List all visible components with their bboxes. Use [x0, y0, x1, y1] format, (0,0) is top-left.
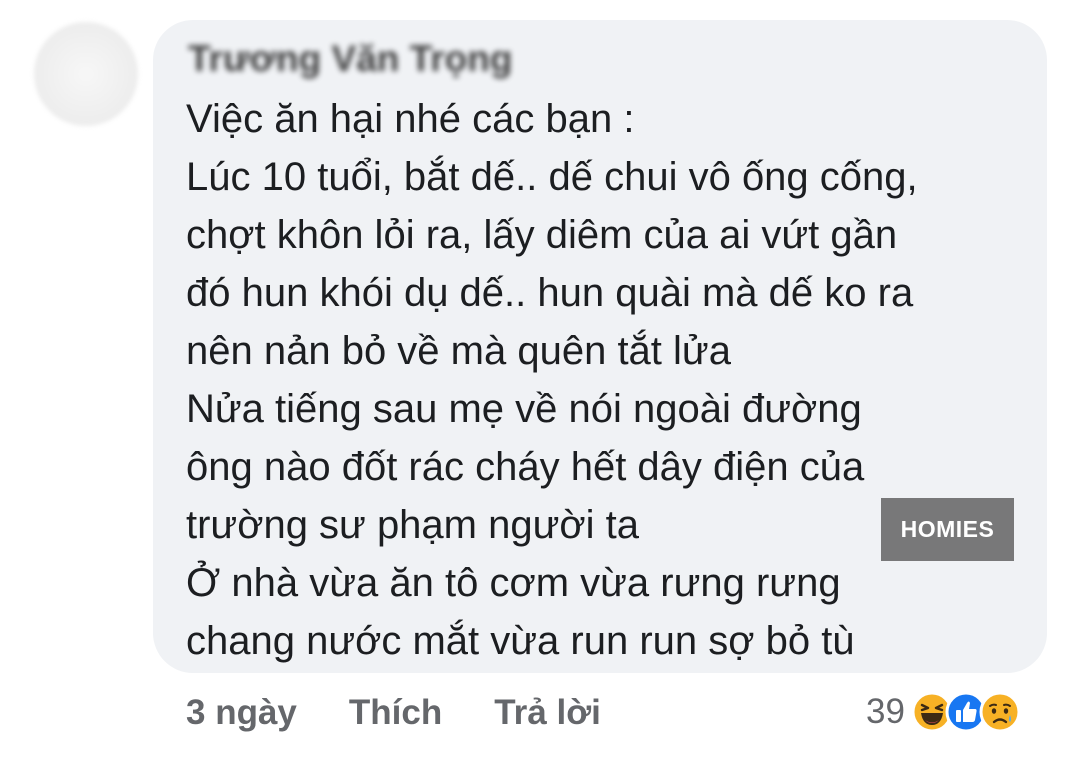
reply-button[interactable]: Trả lời [494, 693, 601, 733]
comment-line: Việc ăn hại nhé các bạn : [186, 97, 635, 141]
like-button[interactable]: Thích [349, 693, 442, 733]
sad-icon [979, 691, 1021, 733]
comment-line: Ở nhà vừa ăn tô cơm vừa rưng rưng [186, 561, 841, 605]
comment-line: nên nản bỏ về mà quên tắt lửa [186, 329, 731, 373]
comment-line: Nửa tiếng sau mẹ về nói ngoài đường [186, 387, 862, 431]
comment-actions: 3 ngày Thích Trả lời [186, 688, 653, 738]
comment-line: ông nào đốt rác cháy hết dây điện của [186, 445, 865, 489]
comment-timestamp[interactable]: 3 ngày [186, 693, 297, 733]
reactions-summary[interactable]: 39 [866, 686, 1021, 738]
avatar[interactable] [34, 22, 138, 126]
reaction-count: 39 [866, 692, 905, 731]
watermark-badge: HOMIES [881, 498, 1014, 561]
comment-line: Lúc 10 tuổi, bắt dế.. dế chui vô ống cốn… [186, 155, 918, 199]
comment-body: Việc ăn hại nhé các bạn : Lúc 10 tuổi, b… [186, 90, 1026, 670]
comment-line: chợt khôn lỏi ra, lấy diêm của ai vứt gầ… [186, 213, 898, 257]
reaction-icons [911, 691, 1021, 733]
comment-author[interactable]: Trương Văn Trọng [188, 38, 512, 80]
comment-line: đó hun khói dụ dế.. hun quài mà dế ko ra [186, 271, 914, 315]
comment-line: chang nước mắt vừa run run sợ bỏ tù [186, 619, 855, 663]
